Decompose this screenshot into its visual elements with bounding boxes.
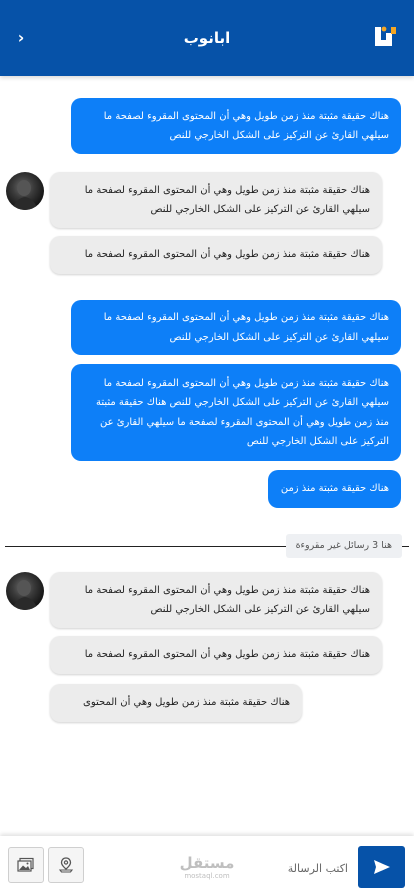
- image-button[interactable]: [8, 847, 44, 883]
- message-composer: مستقل mostaql.com: [0, 836, 414, 896]
- watermark: مستقل mostaql.com: [178, 854, 236, 881]
- message-bubble-incoming[interactable]: هناك حقيقة مثبتة منذ زمن طويل وهي أن الم…: [50, 636, 382, 674]
- location-icon: [58, 857, 74, 873]
- image-icon: [17, 857, 34, 872]
- avatar[interactable]: [6, 172, 44, 210]
- send-icon: [373, 860, 390, 874]
- message-bubble-outgoing[interactable]: هناك حقيقة مثبتة منذ زمن طويل وهي أن الم…: [71, 300, 401, 355]
- message-bubble-incoming[interactable]: هناك حقيقة مثبتة منذ زمن طويل وهي أن الم…: [50, 172, 382, 228]
- message-bubble-incoming[interactable]: هناك حقيقة مثبتة منذ زمن طويل وهي أن الم…: [50, 684, 302, 722]
- location-button[interactable]: [48, 847, 84, 883]
- app-logo-icon: [373, 24, 399, 50]
- message-bubble-outgoing[interactable]: هناك حقيقة مثبتة منذ زمن طويل وهي أن الم…: [71, 364, 401, 461]
- message-bubble-outgoing[interactable]: هناك حقيقة مثبتة منذ زمن طويل وهي أن الم…: [71, 98, 401, 154]
- contact-name: ابانوب: [183, 29, 231, 47]
- unread-divider-label: هنا 3 رسائل غير مقروءة: [285, 534, 402, 558]
- message-bubble-outgoing[interactable]: هناك حقيقة مثبتة منذ زمن: [268, 470, 401, 508]
- chat-header: › ابانوب: [0, 0, 414, 76]
- message-bubble-incoming[interactable]: هناك حقيقة مثبتة منذ زمن طويل وهي أن الم…: [50, 236, 382, 274]
- send-button[interactable]: [358, 846, 405, 888]
- avatar[interactable]: [6, 572, 44, 610]
- watermark-latin: mostaql.com: [184, 872, 230, 880]
- watermark-arabic: مستقل: [179, 854, 235, 872]
- message-bubble-incoming[interactable]: هناك حقيقة مثبتة منذ زمن طويل وهي أن الم…: [50, 572, 382, 628]
